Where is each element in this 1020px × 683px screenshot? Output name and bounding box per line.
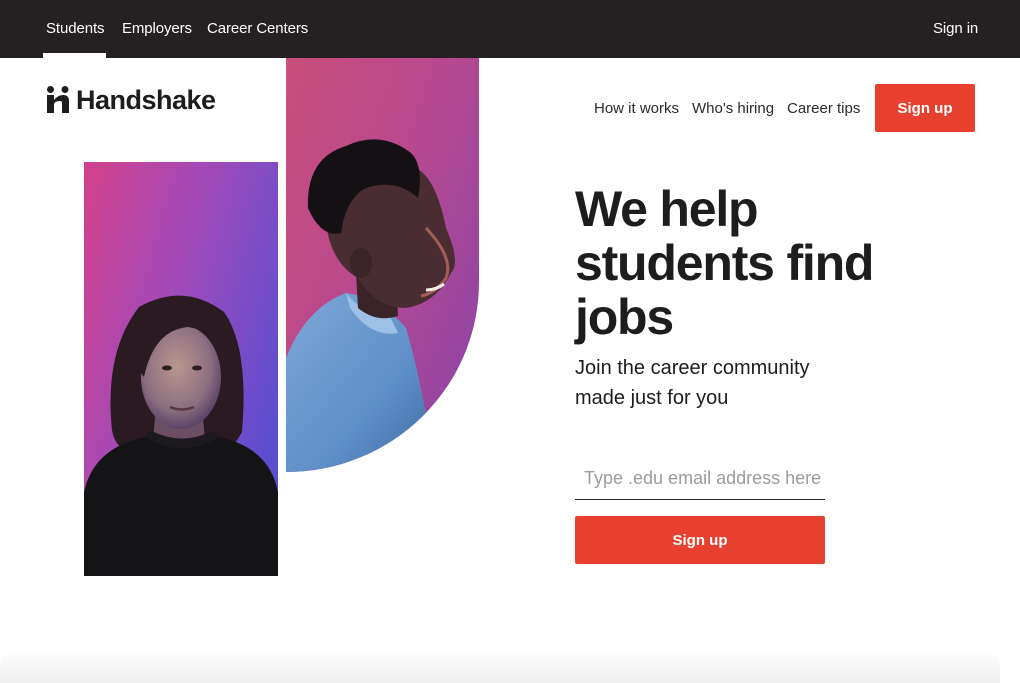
logo-wordmark: Handshake	[76, 84, 216, 115]
tab-employers[interactable]: Employers	[122, 20, 192, 37]
header-sign-up-button[interactable]: Sign up	[875, 84, 975, 132]
nav-whos-hiring[interactable]: Who's hiring	[692, 100, 774, 117]
student-photo-man	[286, 58, 479, 472]
handshake-logo-icon	[46, 86, 72, 114]
hero-sign-up-button[interactable]: Sign up	[575, 516, 825, 564]
tab-students[interactable]: Students	[46, 20, 105, 37]
sign-in-link[interactable]: Sign in	[933, 20, 978, 37]
student-photo-woman	[84, 162, 278, 576]
nav-how-it-works[interactable]: How it works	[594, 100, 679, 117]
tab-career-centers[interactable]: Career Centers	[207, 20, 308, 37]
nav-career-tips[interactable]: Career tips	[787, 100, 860, 117]
hero-subhead: Join the career community made just for …	[575, 357, 810, 409]
top-bar: Students Employers Career Centers Sign i…	[0, 0, 1020, 58]
hero-headline: We help students find jobs	[575, 181, 874, 345]
handshake-logo[interactable]: Handshake	[46, 84, 216, 116]
active-tab-indicator	[43, 53, 106, 58]
email-field[interactable]	[575, 458, 825, 500]
bottom-section-edge	[0, 648, 1000, 683]
